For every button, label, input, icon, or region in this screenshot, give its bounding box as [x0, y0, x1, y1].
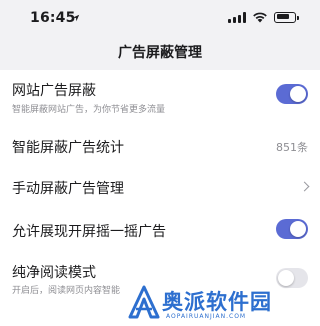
location-arrow-icon	[72, 14, 80, 22]
watermark-url: AOPAIRUANJIAN.COM	[166, 313, 247, 320]
website-ad-block-toggle[interactable]	[276, 84, 308, 104]
row-title: 纯净阅读模式	[12, 265, 96, 281]
watermark: 奥派软件园 AOPAIRUANJIAN.COM	[128, 282, 314, 326]
setting-website-ad-block: 网站广告屏蔽 智能屏蔽网站广告，为你节省更多流量	[0, 70, 320, 125]
allow-shake-ads-toggle[interactable]	[276, 219, 308, 239]
status-bar: 16:45	[0, 0, 320, 36]
toggle-knob	[290, 221, 306, 237]
row-title: 网站广告屏蔽	[12, 83, 96, 99]
signal-icon	[228, 11, 246, 23]
battery-icon	[274, 11, 299, 23]
row-title: 智能屏蔽广告统计	[12, 140, 124, 156]
watermark-text: 奥派软件园	[162, 290, 272, 314]
page-title: 广告屏蔽管理	[118, 45, 202, 61]
chevron-right-icon	[299, 181, 310, 192]
setting-smart-block-stats[interactable]: 智能屏蔽广告统计 851条	[0, 125, 320, 166]
toggle-knob	[290, 86, 306, 102]
row-title: 允许展现开屏摇一摇广告	[12, 224, 166, 240]
status-time: 16:45	[30, 10, 76, 26]
setting-allow-shake-ads: 允许展现开屏摇一摇广告	[0, 207, 320, 252]
setting-manual-block-manage[interactable]: 手动屏蔽广告管理	[0, 166, 320, 207]
wifi-icon	[253, 12, 267, 23]
row-subtitle: 开启后，阅读网页内容智能	[12, 286, 121, 296]
watermark-logo-icon	[128, 285, 160, 319]
row-title: 手动屏蔽广告管理	[12, 181, 124, 197]
row-subtitle: 智能屏蔽网站广告，为你节省更多流量	[12, 105, 166, 115]
blocked-count: 851条	[276, 141, 308, 154]
